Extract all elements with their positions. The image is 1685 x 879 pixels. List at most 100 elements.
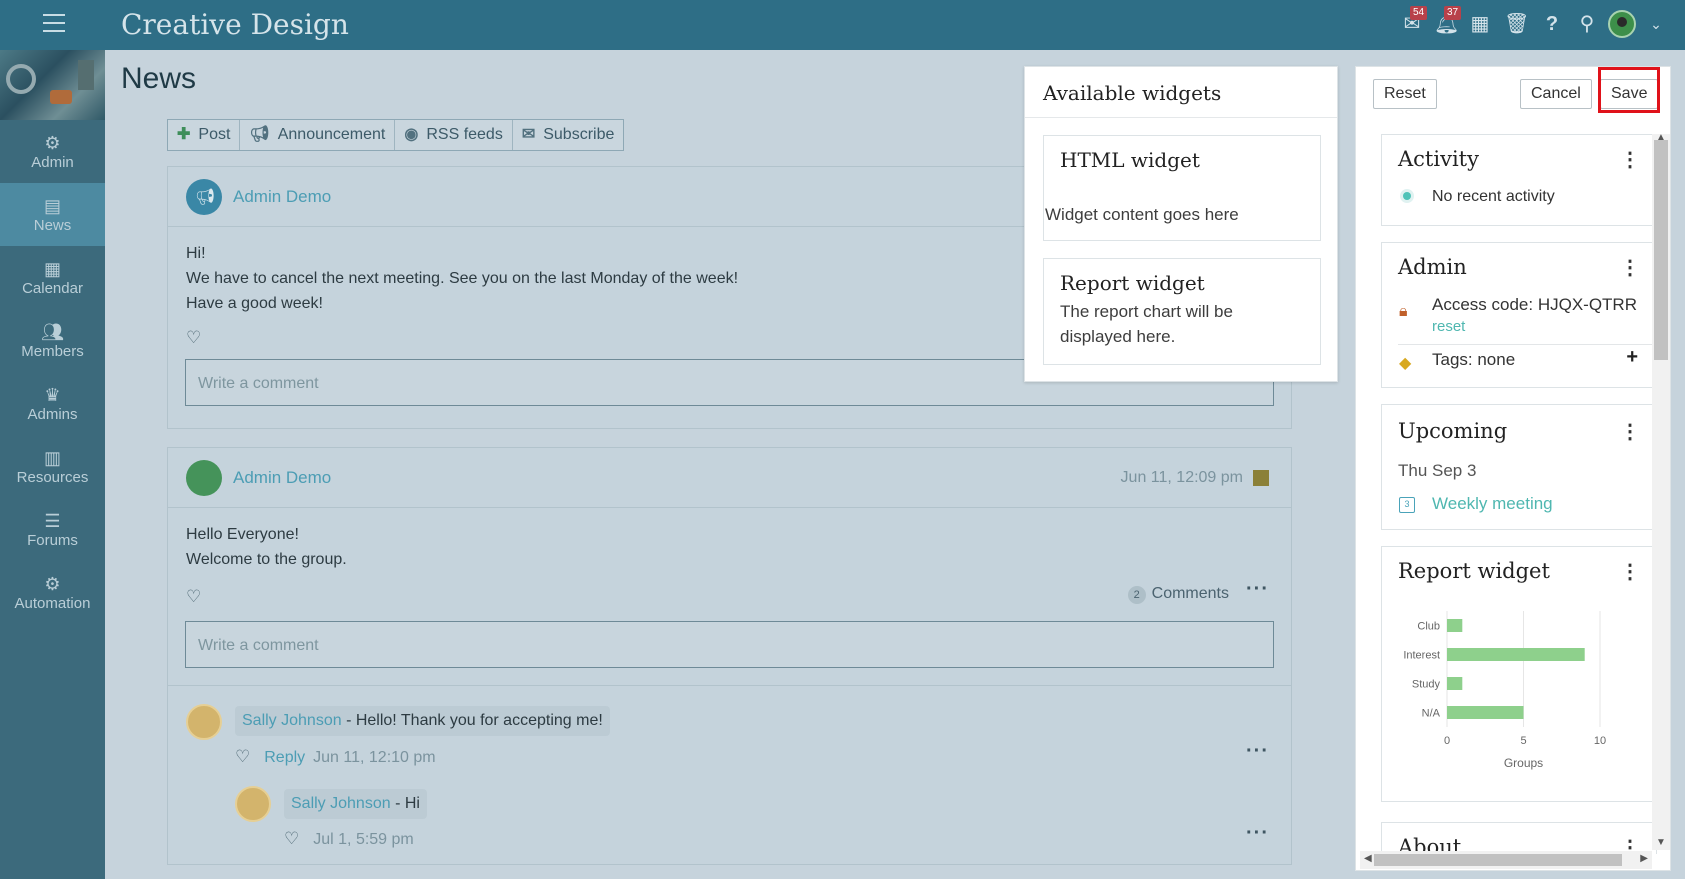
sidebar-item-news[interactable]: ▤ News	[0, 183, 105, 246]
comment-options-icon[interactable]: ···	[1246, 740, 1269, 763]
access-code: Access code: HJQX-QTRR	[1432, 295, 1637, 314]
like-heart-icon[interactable]: ♡	[186, 328, 201, 347]
sidebar-item-calendar[interactable]: ▦ Calendar	[0, 246, 105, 309]
megaphone-icon: 📢︎	[249, 126, 270, 143]
activity-widget: Activity ⋮ No recent activity	[1381, 134, 1657, 226]
widget-menu-icon[interactable]: ⋮	[1620, 559, 1640, 584]
more-options-icon[interactable]: ···	[1246, 578, 1269, 601]
comment-text: - Hi	[390, 795, 420, 812]
post-tag-icon[interactable]	[1253, 470, 1269, 486]
post-button[interactable]: ✚ Post	[168, 120, 241, 150]
post-action-bar: ✚ Post 📢︎ Announcement ◉ RSS feeds ✉ Subscri…	[167, 119, 625, 151]
sidebar-item-admin[interactable]: ⚙ Admin	[0, 120, 105, 183]
post-author[interactable]: Admin Demo	[233, 187, 331, 207]
event-link[interactable]: Weekly meeting	[1432, 494, 1553, 514]
comment-date: Jul 1, 5:59 pm	[313, 831, 414, 848]
like-heart-icon[interactable]: ♡	[186, 587, 201, 606]
chart-category-label: Interest	[1403, 650, 1440, 662]
widget-menu-icon[interactable]: ⋮	[1620, 419, 1640, 444]
like-heart-icon[interactable]: ♡	[284, 829, 299, 848]
commenter-avatar[interactable]	[235, 786, 271, 822]
gear-icon: ⚙	[44, 133, 61, 153]
like-heart-icon[interactable]: ♡	[235, 747, 250, 766]
menu-icon[interactable]	[43, 14, 65, 32]
post-header: Admin Demo Jun 11, 12:09 pm	[168, 448, 1291, 508]
horizontal-scrollbar[interactable]: ◀ ▶	[1360, 851, 1652, 869]
chart-tick-label: 0	[1444, 735, 1450, 747]
rss-feeds-button[interactable]: ◉ RSS feeds	[395, 120, 513, 150]
chart-bar	[1447, 619, 1463, 632]
scroll-right-arrow-icon[interactable]: ▶	[1640, 853, 1648, 864]
commenter-name[interactable]: Sally Johnson	[291, 795, 391, 812]
user-avatar[interactable]	[1608, 10, 1636, 38]
inbox-icon[interactable]: ✉ 54	[1400, 6, 1428, 36]
comment-text: - Hello! Thank you for accepting me!	[341, 712, 603, 729]
widget-menu-icon[interactable]: ⋮	[1620, 255, 1640, 280]
sidebar-item-forums[interactable]: ☰ Forums	[0, 498, 105, 561]
chart-category-label: Study	[1412, 679, 1441, 691]
comment: Sally Johnson - Hello! Thank you for acc…	[235, 706, 610, 736]
comment-divider	[168, 685, 1291, 686]
widget-title: Activity	[1398, 147, 1479, 171]
top-bar: Creative Design ✉ 54 🔔︎ 37 ▦ 🗑︎ ? ⚲ ⌄	[0, 0, 1685, 50]
reply-link[interactable]: Reply	[264, 749, 305, 766]
chart-category-label: Club	[1417, 621, 1440, 633]
sidebar-item-automation[interactable]: ⚙ Automation	[0, 561, 105, 624]
members-icon: 👥︎	[41, 322, 64, 342]
widget-menu-icon[interactable]: ⋮	[1620, 147, 1640, 172]
subscribe-button-label: Subscribe	[543, 126, 615, 143]
chart-x-axis-label: Groups	[1504, 756, 1543, 770]
trash-icon[interactable]: 🗑︎	[1504, 12, 1529, 36]
activity-text: No recent activity	[1432, 188, 1555, 205]
sidebar-item-label: Members	[21, 343, 84, 360]
sidebar-item-label: Forums	[27, 532, 78, 549]
add-tag-icon[interactable]: +	[1626, 346, 1638, 369]
subscribe-button[interactable]: ✉ Subscribe	[513, 120, 624, 150]
scroll-left-arrow-icon[interactable]: ◀	[1364, 853, 1372, 864]
scrollbar-thumb[interactable]	[1654, 140, 1668, 360]
html-widget-card[interactable]: HTML widget Widget content goes here	[1043, 135, 1321, 241]
commenter-name[interactable]: Sally Johnson	[242, 712, 342, 729]
tag-icon: ◆	[1399, 355, 1412, 372]
scrollbar-thumb[interactable]	[1374, 854, 1622, 866]
author-avatar[interactable]	[186, 460, 222, 496]
comment-input[interactable]: Write a comment	[185, 621, 1274, 668]
calendar-icon[interactable]: ▦	[1468, 12, 1492, 36]
search-icon[interactable]: ⚲	[1575, 12, 1599, 36]
bell-icon[interactable]: 🔔︎ 37	[1434, 6, 1462, 36]
chevron-down-icon[interactable]: ⌄	[1644, 12, 1668, 36]
post-author[interactable]: Admin Demo	[233, 468, 331, 488]
sidebar-item-label: Resources	[16, 469, 89, 486]
comment-meta: ♡ Jul 1, 5:59 pm	[284, 829, 414, 849]
commenter-avatar[interactable]	[186, 704, 222, 740]
sidebar-item-admins[interactable]: ♛ Admins	[0, 372, 105, 435]
widget-title: Upcoming	[1398, 419, 1508, 443]
rss-button-label: RSS feeds	[426, 126, 503, 143]
app-title: Creative Design	[121, 8, 349, 41]
status-dot-icon	[1400, 189, 1414, 203]
resources-icon: ▥	[43, 448, 61, 468]
report-widget-card[interactable]: Report widget The report chart will be d…	[1043, 258, 1321, 365]
divider	[1398, 344, 1658, 345]
calendar-icon: ▦	[43, 259, 61, 279]
rss-icon: ◉	[404, 126, 419, 143]
announcement-button[interactable]: 📢︎ Announcement	[240, 120, 396, 150]
group-banner-image[interactable]	[0, 50, 105, 120]
sidebar-item-resources[interactable]: ▥ Resources	[0, 435, 105, 498]
reset-access-code-link[interactable]: reset	[1432, 318, 1465, 335]
help-icon[interactable]: ?	[1540, 12, 1564, 36]
comment-options-icon[interactable]: ···	[1246, 822, 1269, 845]
sidebar-item-members[interactable]: 👥︎ Members	[0, 309, 105, 372]
page-title: News	[121, 62, 197, 95]
post-text-line: Hello Everyone!	[186, 526, 299, 543]
comments-toggle[interactable]: 2 Comments	[1127, 585, 1229, 604]
vertical-scrollbar[interactable]: ▲ ▼	[1652, 132, 1670, 850]
scroll-down-arrow-icon[interactable]: ▼	[1656, 837, 1666, 848]
save-button-highlight	[1598, 67, 1660, 113]
cancel-button[interactable]: Cancel	[1520, 79, 1592, 109]
reset-button[interactable]: Reset	[1373, 79, 1437, 109]
event-date: Thu Sep 3	[1398, 461, 1477, 480]
comment: Sally Johnson - Hi	[284, 789, 427, 819]
widget-scroll-area: Activity ⋮ No recent activity Admin ⋮ 🔒︎…	[1381, 132, 1670, 854]
chart-tick-label: 10	[1594, 735, 1606, 747]
